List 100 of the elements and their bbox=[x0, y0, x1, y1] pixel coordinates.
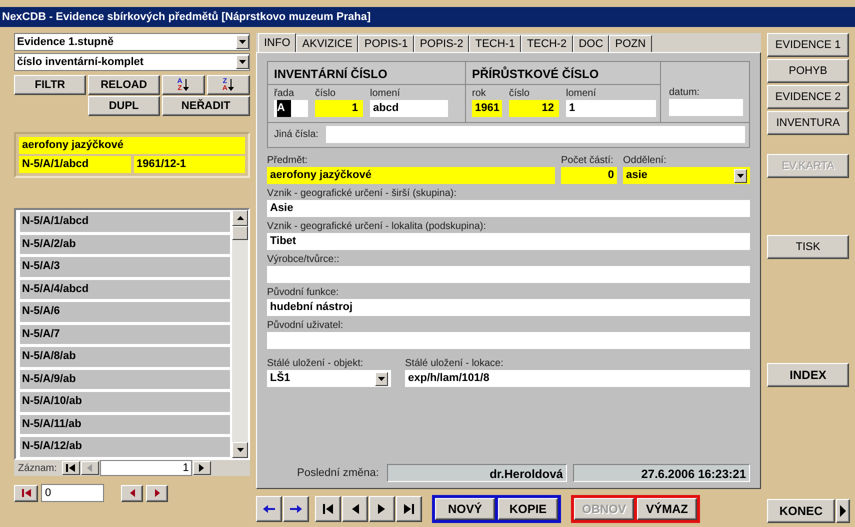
tab[interactable]: INFO bbox=[258, 33, 296, 52]
toolbar-button[interactable]: DUPL bbox=[88, 96, 160, 116]
input-field[interactable]: aerofony jazýčkové bbox=[267, 167, 555, 184]
input-field[interactable]: Tibet bbox=[267, 233, 750, 250]
list-item[interactable]: N-5/A/6 bbox=[20, 302, 230, 322]
right-arrow-icon bbox=[840, 505, 846, 517]
field-label: datum: bbox=[669, 86, 701, 99]
input-field[interactable]: 1961 bbox=[472, 100, 502, 117]
toolbar-button[interactable]: RELOAD bbox=[88, 75, 160, 95]
input-field[interactable]: Asie bbox=[267, 200, 750, 217]
record-number-field[interactable]: 1 bbox=[100, 460, 192, 476]
menu-button[interactable]: EVIDENCE 1 bbox=[767, 33, 849, 57]
tab[interactable]: TECH-2 bbox=[520, 35, 573, 52]
nav-button[interactable] bbox=[369, 496, 395, 522]
next-record-button[interactable] bbox=[192, 461, 211, 475]
dropdown-arrow-icon bbox=[378, 376, 385, 380]
list-item[interactable]: N-5/A/12/ab bbox=[20, 437, 230, 456]
previous-record-button[interactable] bbox=[80, 461, 99, 475]
field-label: Původní uživatel: bbox=[267, 319, 344, 332]
nav-button[interactable] bbox=[342, 496, 368, 522]
first-button[interactable] bbox=[14, 484, 38, 502]
input-field[interactable]: exp/h/lam/101/8 bbox=[405, 370, 750, 387]
down-arrow-icon bbox=[228, 79, 234, 91]
input-field[interactable] bbox=[267, 332, 750, 349]
scroll-down-icon bbox=[236, 448, 244, 452]
previous-icon bbox=[130, 489, 134, 497]
field-label: Počet částí: bbox=[561, 154, 614, 167]
tab[interactable]: POPIS-2 bbox=[414, 35, 470, 52]
more-button[interactable] bbox=[836, 499, 850, 523]
list-item[interactable]: N-5/A/1/abcd bbox=[20, 212, 230, 232]
menu-button[interactable]: TISK bbox=[767, 235, 849, 259]
input-field[interactable]: abcd bbox=[370, 100, 448, 117]
input-field[interactable]: 0 bbox=[561, 167, 617, 184]
nav-button[interactable] bbox=[283, 496, 309, 522]
field-label: rok bbox=[472, 87, 487, 100]
dropdown[interactable]: LŠ1 bbox=[267, 370, 391, 387]
exit-button[interactable]: KONEC bbox=[767, 499, 835, 523]
tab[interactable]: TECH-1 bbox=[469, 35, 521, 52]
dropdown[interactable]: Evidence 1.stupně bbox=[14, 33, 250, 51]
inventory-number: N-5/A/1/abcd bbox=[19, 156, 130, 173]
input-field[interactable]: 12 bbox=[508, 100, 559, 117]
list-item[interactable]: N-5/A/10/ab bbox=[20, 392, 230, 412]
previous-button[interactable] bbox=[121, 484, 143, 502]
menu-button[interactable]: EVIDENCE 2 bbox=[767, 85, 849, 109]
action-button[interactable]: KOPIE bbox=[498, 498, 558, 520]
field-label: Oddělení: bbox=[623, 154, 668, 167]
menu-button[interactable]: INVENTURA bbox=[767, 111, 849, 135]
nav-button[interactable] bbox=[315, 496, 341, 522]
next-icon bbox=[199, 464, 204, 472]
action-button[interactable]: VÝMAZ bbox=[637, 498, 697, 520]
field-label: lomení bbox=[566, 87, 597, 100]
dropdown-arrow-icon bbox=[737, 174, 744, 178]
next-button[interactable] bbox=[146, 484, 168, 502]
input-field[interactable]: hudební nástroj bbox=[267, 299, 750, 316]
next-icon bbox=[154, 489, 160, 497]
menu-button[interactable]: INDEX bbox=[767, 363, 849, 387]
list-item[interactable]: N-5/A/11/ab bbox=[20, 414, 230, 434]
dropdown[interactable]: číslo inventární-komplet bbox=[14, 53, 250, 71]
input-field[interactable] bbox=[326, 126, 745, 143]
list-item[interactable]: N-5/A/3 bbox=[20, 257, 230, 276]
down-arrow-icon bbox=[183, 79, 190, 91]
scrollbar[interactable] bbox=[232, 210, 248, 458]
input-field[interactable]: A bbox=[274, 100, 308, 117]
field-label: číslo bbox=[315, 87, 337, 100]
field-label: Poslední změna: bbox=[297, 467, 379, 479]
tab[interactable]: AKVIZICE bbox=[296, 35, 358, 52]
list-item[interactable]: N-5/A/7 bbox=[20, 324, 230, 344]
toolbar-button[interactable]: NEŘADIT bbox=[162, 96, 250, 116]
action-button[interactable]: NOVÝ bbox=[435, 498, 495, 520]
field-label: Předmět: bbox=[267, 154, 309, 167]
input-field[interactable]: 1 bbox=[315, 100, 363, 117]
input-field[interactable]: 0 bbox=[41, 484, 104, 502]
accession-number: 1961/12-1 bbox=[134, 156, 245, 173]
list-item[interactable]: N-5/A/9/ab bbox=[20, 370, 230, 389]
list-item[interactable]: N-5/A/4/abcd bbox=[20, 280, 230, 299]
input-field[interactable] bbox=[267, 266, 750, 283]
window-title: NexCDB - Evidence sbírkových předmětů [Náprstkovo muzeum Praha] bbox=[0, 7, 855, 27]
menu-button[interactable]: POHYB bbox=[767, 59, 849, 83]
input-field[interactable]: 1 bbox=[566, 100, 656, 117]
field-label: Vznik - geografické určení - lokalita (podskupina): bbox=[267, 220, 487, 233]
date-field[interactable] bbox=[669, 99, 743, 116]
first-record-icon bbox=[66, 464, 76, 472]
list-item[interactable]: N-5/A/8/ab bbox=[20, 347, 230, 366]
field-label: číslo bbox=[508, 87, 531, 100]
timestamp-field: 27.6.2006 16:23:21 bbox=[572, 464, 750, 482]
scroll-thumb[interactable] bbox=[232, 226, 248, 240]
tab[interactable]: DOC bbox=[572, 35, 610, 52]
list-item[interactable]: N-5/A/2/ab bbox=[20, 234, 230, 254]
toolbar-button[interactable]: FILTR bbox=[14, 75, 86, 95]
field-label: Jiná čísla: bbox=[274, 128, 318, 141]
tab[interactable]: POZN bbox=[609, 35, 652, 52]
user-field: dr.Heroldová bbox=[386, 464, 567, 482]
field-label: řada bbox=[274, 87, 296, 100]
field-label: Stálé uložení - lokace: bbox=[405, 357, 504, 370]
first-record-icon bbox=[320, 503, 336, 515]
first-record-button[interactable] bbox=[62, 461, 80, 475]
dropdown[interactable]: asie bbox=[623, 167, 750, 184]
tab[interactable]: POPIS-1 bbox=[358, 35, 414, 52]
nav-button[interactable] bbox=[396, 496, 422, 522]
nav-button[interactable] bbox=[256, 496, 282, 522]
